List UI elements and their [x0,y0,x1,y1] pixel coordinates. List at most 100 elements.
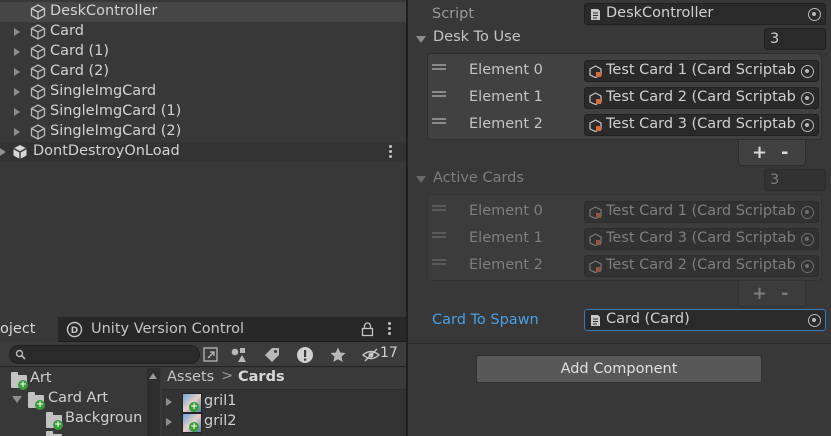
object-picker-icon[interactable] [801,119,814,132]
asset-item-gril2[interactable]: + gril2 [162,413,406,433]
object-picker-icon[interactable] [808,314,821,327]
element-label: Element 2 [469,116,543,132]
script-field[interactable]: DeskController [584,3,826,25]
gameobject-icon [30,44,46,60]
breadcrumb-current: Cards [238,369,285,385]
size-value: 3 [770,172,780,188]
hierarchy-scene-dontdestroyonload[interactable]: DontDestroyOnLoad [0,142,406,162]
project-tab-bar: oject D Unity Version Control [0,317,406,342]
expand-arrow-icon[interactable] [14,68,20,76]
script-value: DeskController [606,5,714,21]
card-to-spawn-value: Card (Card) [606,311,690,327]
expand-arrow-icon[interactable] [14,88,20,96]
scroll-up-icon[interactable] [149,373,157,379]
warning-filter-icon[interactable] [296,346,314,364]
gameobject-icon [30,104,46,120]
project-toolbar: 17 [0,342,406,367]
plus-badge-icon: + [189,402,199,412]
folder-label: Backgroun [65,410,143,426]
tab-label: oject [0,321,36,337]
foldout-arrow-icon[interactable] [416,36,426,43]
script-label: Script [432,6,475,22]
list-element: Element 0 Test Card 1 (Card Scriptab [428,198,821,225]
object-picker-icon[interactable] [801,65,814,78]
hierarchy-item-card-1[interactable]: Card (1) [0,42,406,62]
hierarchy-item-card[interactable]: Card [0,22,406,42]
object-picker-icon [801,260,814,273]
label-tag-icon[interactable] [263,346,281,364]
breadcrumb: Assets > Cards [162,368,406,390]
lock-icon[interactable] [361,322,374,337]
inspector-panel: Script DeskController Desk To Use 3 Elem… [408,0,831,436]
hierarchy-item-singleimgcard-2[interactable]: SingleImgCard (2) [0,122,406,142]
add-component-button[interactable]: Add Component [476,355,762,383]
hierarchy-item-label: SingleImgCard (1) [50,103,182,119]
foldout-arrow-icon[interactable] [416,176,426,183]
search-input[interactable] [9,345,200,364]
object-picker-icon[interactable] [808,8,821,21]
expand-arrow-icon[interactable] [14,108,20,116]
hierarchy-item-singleimgcard-1[interactable]: SingleImgCard (1) [0,102,406,122]
tree-scrollbar[interactable] [147,368,160,436]
breadcrumb-assets[interactable]: Assets [167,369,214,385]
hierarchy-item-label: Card (2) [50,63,110,79]
collapse-arrow-icon[interactable] [12,396,22,403]
element-object-field: Test Card 3 (Card Scriptab [584,228,819,250]
element-object-field[interactable]: Test Card 2 (Card Scriptab [584,87,819,109]
favorite-star-icon[interactable] [329,346,347,364]
element-object-field[interactable]: Test Card 3 (Card Scriptab [584,114,819,136]
drag-handle-icon [432,232,446,238]
list-element: Element 1 Test Card 2 (Card Scriptab [428,84,821,111]
add-element-button[interactable]: + [752,142,767,163]
element-value: Test Card 3 (Card Scriptab [606,230,796,246]
hierarchy-item-label: SingleImgCard [50,83,157,99]
element-object-field[interactable]: Test Card 1 (Card Scriptab [584,60,819,82]
tab-label: Unity Version Control [91,321,245,337]
element-value: Test Card 1 (Card Scriptab [606,203,796,219]
desk-to-use-label[interactable]: Desk To Use [433,29,521,45]
expand-arrow-icon[interactable] [0,148,6,156]
drag-handle-icon [432,205,446,211]
filter-by-type-icon[interactable] [230,346,248,364]
hierarchy-item-deskcontroller[interactable]: DeskController [0,2,406,22]
gameobject-icon [30,64,46,80]
expand-arrow-icon[interactable] [14,128,20,136]
asset-item-gril1[interactable]: + gril1 [162,393,406,413]
expand-arrow-icon[interactable] [14,28,20,36]
size-value: 3 [770,31,780,47]
folder-item-card-art[interactable]: + Card Art [0,389,147,410]
list-element: Element 1 Test Card 3 (Card Scriptab [428,225,821,252]
gameobject-icon [30,84,46,100]
scriptable-object-icon [589,206,602,219]
script-file-icon [591,9,600,20]
search-icon [15,349,26,360]
kebab-menu-icon[interactable] [381,321,397,337]
list-element: Element 0 Test Card 1 (Card Scriptab [428,57,821,84]
project-folder-tree: + Art + Card Art + Backgroun [0,368,160,436]
hidden-packages-icon[interactable] [362,346,380,364]
scriptable-object-icon [589,65,602,78]
tab-project[interactable]: oject [0,317,58,342]
element-label: Element 2 [469,257,543,273]
desk-to-use-size-field[interactable]: 3 [764,28,826,50]
drag-handle-icon[interactable] [432,91,446,97]
kebab-menu-icon[interactable] [382,144,398,160]
hidden-count: 17 [380,345,398,361]
hierarchy-item-card-2[interactable]: Card (2) [0,62,406,82]
element-object-field: Test Card 2 (Card Scriptab [584,255,819,277]
drag-handle-icon[interactable] [432,64,446,70]
folder-item-background[interactable]: + Backgroun [0,409,147,430]
drag-handle-icon[interactable] [432,118,446,124]
card-to-spawn-field[interactable]: Card (Card) [584,309,826,331]
hierarchy-item-label: Card (1) [50,43,110,59]
object-picker-icon[interactable] [801,92,814,105]
scriptable-object-icon [589,260,602,273]
remove-element-button[interactable]: - [781,142,788,163]
create-search-icon[interactable] [202,346,220,364]
hierarchy-item-singleimgcard[interactable]: SingleImgCard [0,82,406,102]
asset-label: gril1 [204,393,237,409]
expand-arrow-icon[interactable] [14,48,20,56]
expand-arrow-icon[interactable] [166,398,172,406]
expand-arrow-icon[interactable] [166,418,172,426]
folder-item-art[interactable]: + Art [0,369,147,390]
